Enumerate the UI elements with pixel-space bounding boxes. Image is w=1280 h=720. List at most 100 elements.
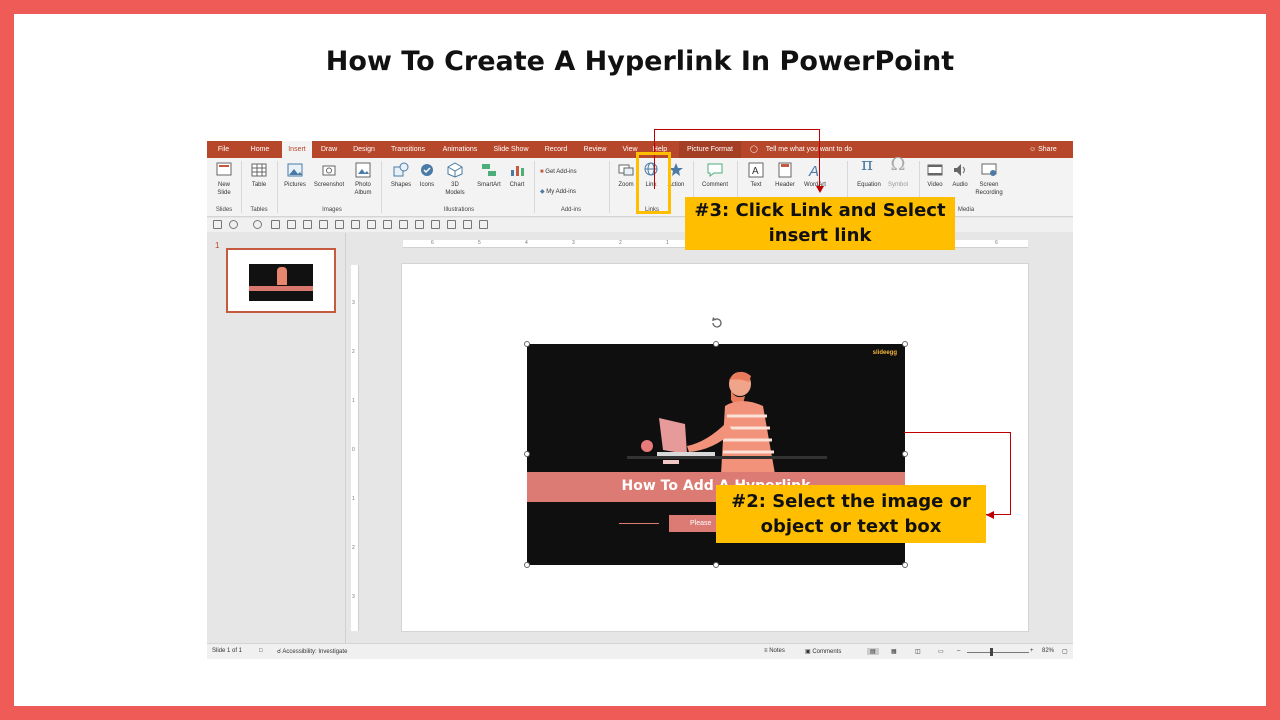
resize-handle-tl[interactable] bbox=[524, 341, 530, 347]
ruler-mark: 6 bbox=[431, 240, 434, 246]
thumbnail-banner bbox=[249, 286, 313, 291]
resize-handle-br[interactable] bbox=[902, 562, 908, 568]
screen-recording-icon bbox=[981, 163, 997, 176]
reading-view-icon[interactable]: ◫ bbox=[915, 648, 921, 655]
my-addins-label: My Add-ins bbox=[546, 189, 576, 195]
ruler-mark: 3 bbox=[352, 594, 355, 600]
share-button[interactable]: ☺ Share bbox=[1029, 141, 1057, 158]
zoom-level[interactable]: 82% bbox=[1042, 648, 1054, 654]
addins-icon: ◆ bbox=[540, 189, 545, 195]
table-label: Table bbox=[251, 182, 267, 188]
chart-button[interactable]: Chart bbox=[503, 161, 531, 189]
draw-table-icon[interactable] bbox=[335, 220, 344, 229]
resize-handle-l[interactable] bbox=[524, 451, 530, 457]
resize-handle-tr[interactable] bbox=[902, 341, 908, 347]
ruler-mark: 2 bbox=[352, 545, 355, 551]
rotate-handle-icon[interactable] bbox=[710, 316, 724, 330]
icons-icon bbox=[421, 164, 433, 176]
comments-label: Comments bbox=[812, 649, 842, 655]
save-icon[interactable] bbox=[213, 220, 222, 229]
ruler-mark: 2 bbox=[352, 349, 355, 355]
video-label: Video bbox=[927, 182, 943, 188]
resize-handle-bl[interactable] bbox=[524, 562, 530, 568]
touch-mode-icon[interactable] bbox=[287, 220, 296, 229]
new-slide-icon bbox=[216, 162, 232, 176]
tab-design[interactable]: Design bbox=[347, 141, 381, 158]
shape-outline-icon[interactable] bbox=[479, 220, 488, 229]
tab-record[interactable]: Record bbox=[539, 141, 573, 158]
icons-button[interactable]: Icons bbox=[413, 161, 441, 189]
pictures-icon bbox=[287, 163, 303, 177]
selection-pane-icon[interactable] bbox=[447, 220, 456, 229]
screenshot-button[interactable]: Screenshot bbox=[311, 161, 347, 189]
omega-icon: Ω bbox=[890, 154, 906, 175]
symbol-button[interactable]: Ω Symbol bbox=[884, 154, 912, 189]
equation-button[interactable]: π Equation bbox=[853, 156, 885, 189]
chart-icon bbox=[511, 166, 524, 176]
send-backward-icon[interactable] bbox=[431, 220, 440, 229]
tab-review[interactable]: Review bbox=[578, 141, 612, 158]
spelling-icon[interactable] bbox=[351, 220, 360, 229]
album-label: Album bbox=[354, 190, 372, 196]
slideegg-logo: slideegg bbox=[872, 350, 897, 356]
fit-to-window-icon[interactable]: ▢ bbox=[1062, 648, 1068, 655]
resize-handle-t[interactable] bbox=[713, 341, 719, 347]
normal-view-icon[interactable]: ▤ bbox=[867, 648, 879, 655]
notes-button[interactable]: ≡ Notes bbox=[764, 648, 785, 654]
spellcheck-icon[interactable]: □ bbox=[259, 648, 263, 654]
zoom-in-icon[interactable]: + bbox=[1030, 648, 1034, 654]
smartart-button[interactable]: SmartArt bbox=[473, 161, 505, 189]
ruler-mark: 0 bbox=[352, 447, 355, 453]
zoom-slider[interactable] bbox=[967, 652, 1029, 653]
bring-forward-icon[interactable] bbox=[415, 220, 424, 229]
align-icon[interactable] bbox=[383, 220, 392, 229]
my-addins-button[interactable]: ◆ My Add-ins bbox=[540, 188, 576, 195]
ruler-mark: 2 bbox=[619, 240, 622, 246]
tab-draw[interactable]: Draw bbox=[315, 141, 343, 158]
table-button[interactable]: Table bbox=[245, 161, 273, 189]
accessibility-status[interactable]: ☌ Accessibility: Investigate bbox=[277, 648, 347, 655]
get-addins-label: Get Add-ins bbox=[545, 169, 577, 175]
3d-label: 3D bbox=[451, 182, 459, 188]
group-icon[interactable] bbox=[399, 220, 408, 229]
tab-file[interactable]: File bbox=[207, 141, 240, 158]
photo-label: Photo bbox=[355, 182, 371, 188]
photo-album-button[interactable]: Photo Album bbox=[349, 161, 377, 197]
shapes-qat-icon[interactable] bbox=[367, 220, 376, 229]
new-slide-button[interactable]: New Slide bbox=[210, 161, 238, 197]
screen-label: Screen bbox=[979, 182, 999, 188]
tab-transitions[interactable]: Transitions bbox=[384, 141, 432, 158]
notes-label: Notes bbox=[769, 648, 785, 654]
redo-icon[interactable] bbox=[253, 220, 262, 229]
start-from-beginning-icon[interactable] bbox=[271, 220, 280, 229]
3d-models-button[interactable]: 3D Models bbox=[441, 161, 469, 197]
slideshow-view-icon[interactable]: ▭ bbox=[938, 648, 944, 655]
comments-button[interactable]: ▣ Comments bbox=[805, 648, 841, 655]
slide-thumbnail[interactable] bbox=[226, 248, 336, 313]
pictures-button[interactable]: Pictures bbox=[281, 161, 309, 189]
zoom-out-icon[interactable]: – bbox=[957, 648, 960, 654]
video-button[interactable]: Video bbox=[921, 161, 949, 189]
ruler-mark: 6 bbox=[995, 240, 998, 246]
audio-button[interactable]: Audio bbox=[946, 161, 974, 189]
slide-sorter-icon[interactable]: ▦ bbox=[891, 648, 897, 655]
tab-slide-show[interactable]: Slide Show bbox=[489, 141, 533, 158]
format-painter-icon[interactable] bbox=[303, 220, 312, 229]
tab-animations[interactable]: Animations bbox=[436, 141, 484, 158]
thumbnail-image bbox=[249, 264, 313, 301]
tab-home[interactable]: Home bbox=[243, 141, 277, 158]
comments-icon: ▣ bbox=[805, 649, 811, 655]
separator bbox=[609, 161, 610, 213]
shape-fill-icon[interactable] bbox=[463, 220, 472, 229]
print-icon[interactable] bbox=[319, 220, 328, 229]
zoom-slider-thumb[interactable] bbox=[990, 648, 993, 656]
person-icon: ☺ bbox=[1029, 146, 1037, 153]
resize-handle-b[interactable] bbox=[713, 562, 719, 568]
step2-callout: #2: Select the image or object or text b… bbox=[716, 485, 986, 543]
shapes-button[interactable]: Shapes bbox=[387, 161, 415, 189]
get-addins-button[interactable]: ■ Get Add-ins bbox=[540, 169, 577, 175]
models-label: Models bbox=[445, 190, 465, 196]
screen-recording-button[interactable]: Screen Recording bbox=[973, 161, 1005, 197]
undo-icon[interactable] bbox=[229, 220, 238, 229]
tab-insert[interactable]: Insert bbox=[282, 141, 312, 158]
